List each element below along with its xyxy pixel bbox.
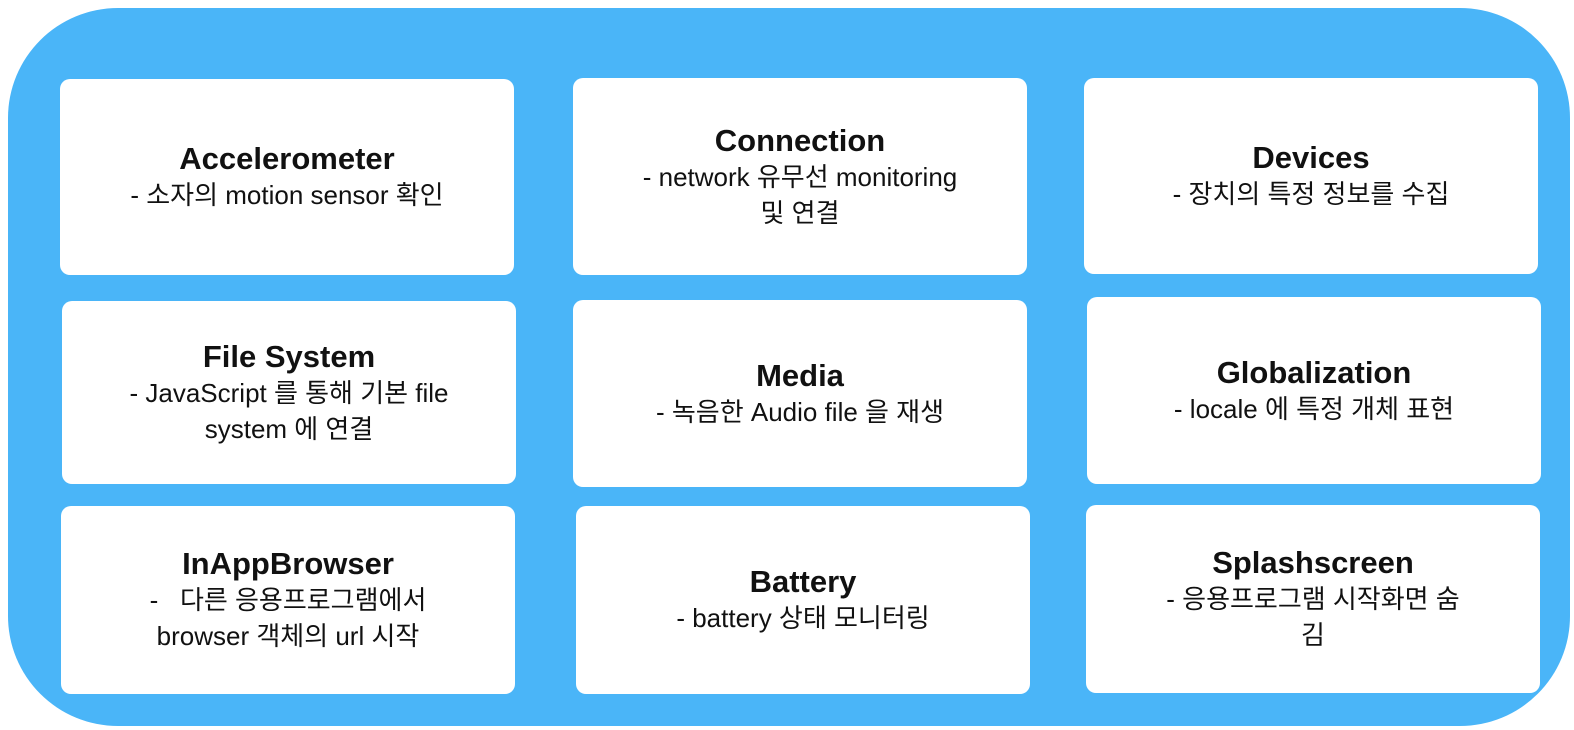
- card-description: - battery 상태 모니터링: [676, 603, 930, 633]
- card-title: File System: [202, 338, 376, 374]
- card-description: - 녹음한 Audio file 을 재생: [655, 396, 945, 427]
- card-description: 및 연결: [760, 197, 840, 228]
- card-description: - locale 에 특정 개체 표현: [1173, 393, 1455, 424]
- card-description: browser 객체의 url 시작: [156, 621, 420, 651]
- card-title: Splashscreen: [1212, 545, 1414, 580]
- card-description: - 장치의 특정 정보를 수집: [1172, 179, 1450, 209]
- card-connection: Connection - network 유무선 monitoring 및 연결: [573, 78, 1027, 275]
- card-description: - 소자의 motion sensor 확인: [130, 180, 444, 210]
- card-title: Accelerometer: [179, 141, 395, 176]
- card-title: InAppBrowser: [182, 546, 394, 581]
- card-description: - JavaScript 를 통해 기본 file: [129, 377, 449, 408]
- card-title: Devices: [1252, 140, 1370, 175]
- card-devices: Devices - 장치의 특정 정보를 수집: [1084, 78, 1538, 274]
- card-media: Media - 녹음한 Audio file 을 재생: [573, 300, 1027, 487]
- card-description: - 다른 응용프로그램에서: [149, 585, 427, 615]
- card-battery: Battery - battery 상태 모니터링: [576, 506, 1030, 694]
- card-title: Media: [756, 357, 844, 393]
- card-globalization: Globalization - locale 에 특정 개체 표현: [1087, 297, 1541, 484]
- card-description: 김: [1301, 620, 1325, 650]
- card-inappbrowser: InAppBrowser - 다른 응용프로그램에서 browser 객체의 u…: [61, 506, 515, 694]
- card-title: Battery: [749, 564, 857, 599]
- card-file-system: File System - JavaScript 를 통해 기본 file sy…: [62, 301, 516, 484]
- card-description: - 응용프로그램 시작화면 숨: [1166, 584, 1460, 614]
- card-splashscreen: Splashscreen - 응용프로그램 시작화면 숨 김: [1086, 505, 1540, 693]
- card-title: Connection: [714, 122, 886, 158]
- card-description: system 에 연결: [204, 413, 374, 444]
- card-title: Globalization: [1216, 354, 1412, 390]
- card-description: - network 유무선 monitoring: [642, 161, 958, 192]
- card-accelerometer: Accelerometer - 소자의 motion sensor 확인: [60, 79, 514, 275]
- plugin-panel: Accelerometer - 소자의 motion sensor 확인 Con…: [8, 8, 1570, 726]
